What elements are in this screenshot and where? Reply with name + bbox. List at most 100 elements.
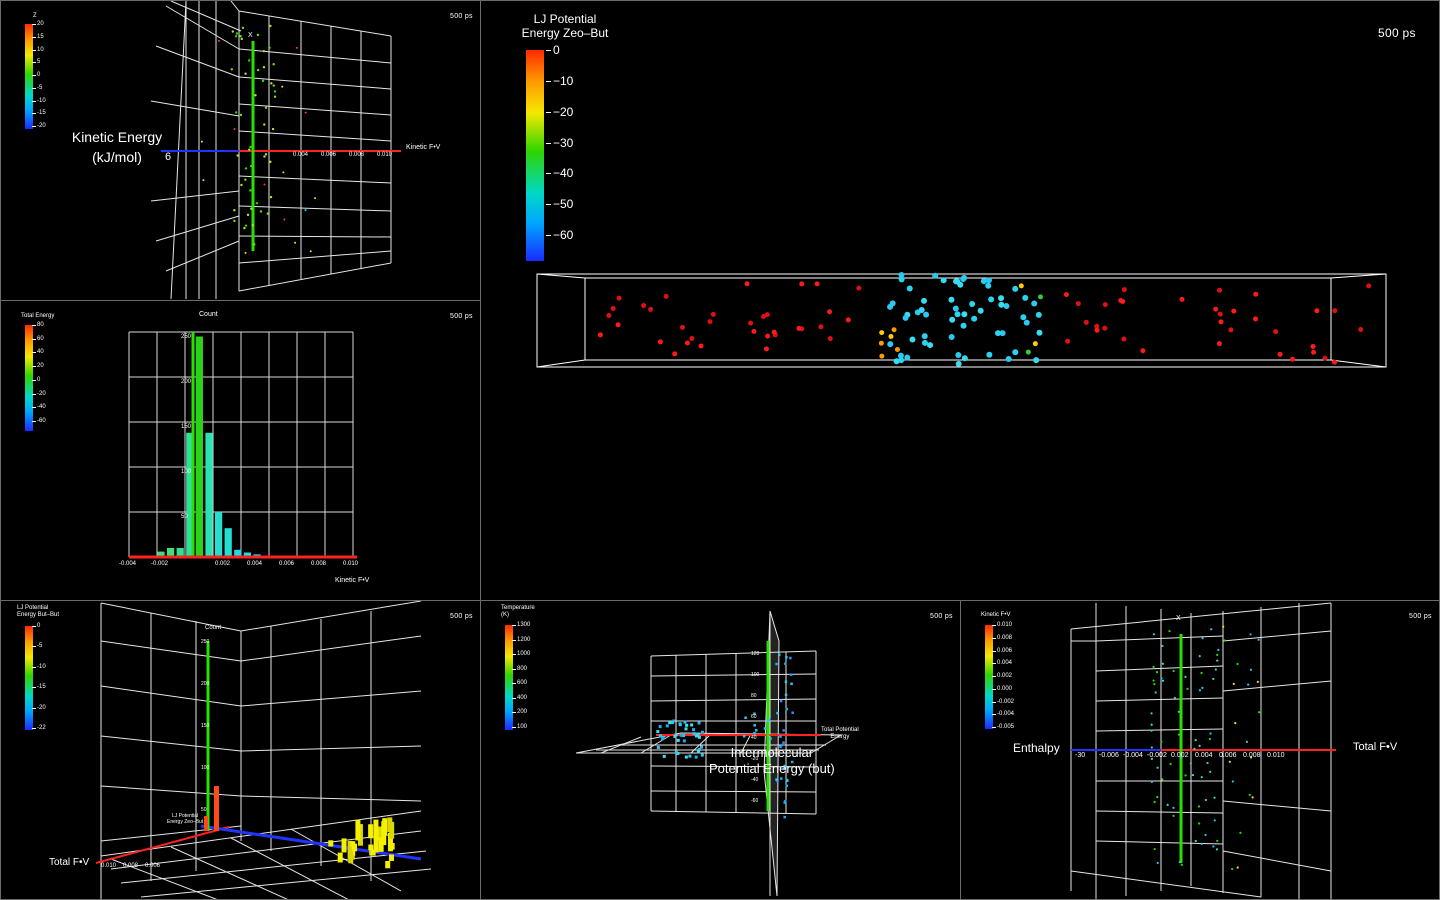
data-point: [294, 241, 297, 244]
data-point: [1322, 355, 1328, 361]
data-point: [1155, 671, 1159, 674]
data-point: [1172, 669, 1175, 673]
data-point: [272, 84, 275, 87]
data-point: [249, 145, 252, 149]
data-point: [264, 106, 268, 109]
data-point: [814, 281, 820, 287]
data-point: [233, 128, 236, 131]
data-point: [888, 333, 894, 339]
data-point: [254, 94, 257, 97]
data-point: [845, 317, 851, 323]
data-point: [1153, 800, 1156, 804]
data-point: [971, 315, 978, 322]
data-point: [309, 250, 312, 253]
data-point: [789, 673, 793, 676]
data-point: [244, 178, 247, 181]
data-point: [697, 750, 701, 754]
data-point: [269, 24, 272, 28]
data-point: [283, 218, 286, 221]
histogram-bar[interactable]: [195, 336, 203, 558]
data-point: [1214, 668, 1217, 671]
data-point: [248, 148, 251, 151]
bar-3d: [388, 854, 394, 861]
y-axis-title: Kinetic Energy (kJ/mol): [71, 129, 163, 165]
y-tick-label: 200: [181, 379, 192, 385]
molecular-box-view[interactable]: [481, 1, 1440, 601]
data-point: [784, 662, 787, 665]
x-tick-label: 0.004: [247, 561, 263, 567]
data-point: [878, 340, 884, 346]
data-point: [217, 39, 220, 42]
data-point: [1358, 327, 1364, 333]
data-point: [1332, 308, 1338, 314]
panel-kinetic-scatter[interactable]: Z 20 15 10 5 0 -5 -10 -15 -20 500 ps Kin…: [0, 0, 481, 301]
data-point: [665, 724, 669, 728]
data-point: [231, 30, 235, 33]
axis-tick: 200: [201, 681, 210, 687]
data-point: [683, 720, 687, 724]
data-point: [1245, 740, 1249, 743]
data-point: [684, 727, 688, 731]
data-point: [1031, 300, 1038, 307]
data-point: [1234, 721, 1237, 725]
data-point: [1023, 319, 1030, 326]
data-point: [894, 346, 900, 352]
data-point: [1247, 683, 1250, 686]
data-point: [273, 90, 277, 93]
data-point: [697, 721, 701, 725]
data-point: [961, 311, 968, 318]
data-point: [239, 113, 243, 117]
bar3d-chart[interactable]: [1, 601, 481, 900]
data-point: [679, 324, 685, 330]
data-point: [233, 219, 236, 223]
bar-3d: [368, 844, 374, 851]
histogram-bar[interactable]: [215, 512, 223, 557]
data-point: [955, 351, 962, 358]
data-point: [1212, 845, 1215, 848]
data-point: [1025, 349, 1031, 355]
data-point: [200, 140, 203, 143]
data-point: [1310, 343, 1316, 349]
data-point: [998, 301, 1005, 308]
y-tick-label: 50: [181, 514, 188, 520]
data-point: [921, 333, 928, 340]
data-point: [266, 212, 270, 215]
x-tick-label: -0.004: [119, 561, 137, 567]
data-point: [775, 662, 778, 666]
top-axis-label: X: [1176, 615, 1181, 622]
data-point: [1154, 691, 1157, 694]
axis-tick: -20: [751, 756, 759, 762]
data-point: [1152, 633, 1156, 636]
histogram-bar[interactable]: [205, 432, 213, 557]
data-point: [1258, 711, 1261, 714]
axis-tick: -0.002: [1147, 752, 1167, 759]
panel-enthalpy-scatter[interactable]: Kinetic F•V 0.010 0.008 0.006 0.004 0.002 0.0…: [960, 600, 1440, 900]
data-point: [690, 723, 694, 727]
axis-tick: 60: [751, 714, 757, 720]
data-point: [763, 346, 769, 352]
data-point: [827, 309, 833, 315]
data-point: [1150, 780, 1153, 783]
axis-tick: 80: [751, 693, 757, 699]
axis-tick: 0.006: [1219, 752, 1237, 759]
data-point: [262, 49, 266, 53]
data-point: [1194, 839, 1197, 843]
data-point: [763, 727, 767, 730]
histogram-bar[interactable]: [224, 528, 232, 557]
data-point: [1005, 355, 1012, 362]
panel-simulation-box[interactable]: LJ Potential Energy Zeo–But 0 −10 −20 −30 −4…: [480, 0, 1440, 601]
panel-3d-histogram[interactable]: LJ Potential Energy But–But 0 -5 -10 -15 -20…: [0, 600, 481, 900]
data-point: [1204, 833, 1207, 837]
histogram-chart[interactable]: 250 200 150 100 50 -0.004 -0.002 0.002 0.004 0.00…: [1, 301, 481, 601]
data-point: [648, 306, 654, 312]
data-point: [694, 734, 698, 738]
panel-histogram[interactable]: Total Energy 80 60 40 20 0 -20 -40 -60 500 ps C…: [0, 300, 481, 601]
data-point: [678, 723, 682, 727]
data-point: [952, 305, 959, 312]
data-point: [1075, 301, 1081, 307]
data-point: [1228, 327, 1234, 333]
data-point: [779, 735, 782, 738]
data-point: [248, 59, 251, 62]
data-point: [295, 46, 298, 49]
panel-temperature-scatter[interactable]: Temperature (K) 1300 1200 1000 800 600 400 200…: [480, 600, 961, 900]
